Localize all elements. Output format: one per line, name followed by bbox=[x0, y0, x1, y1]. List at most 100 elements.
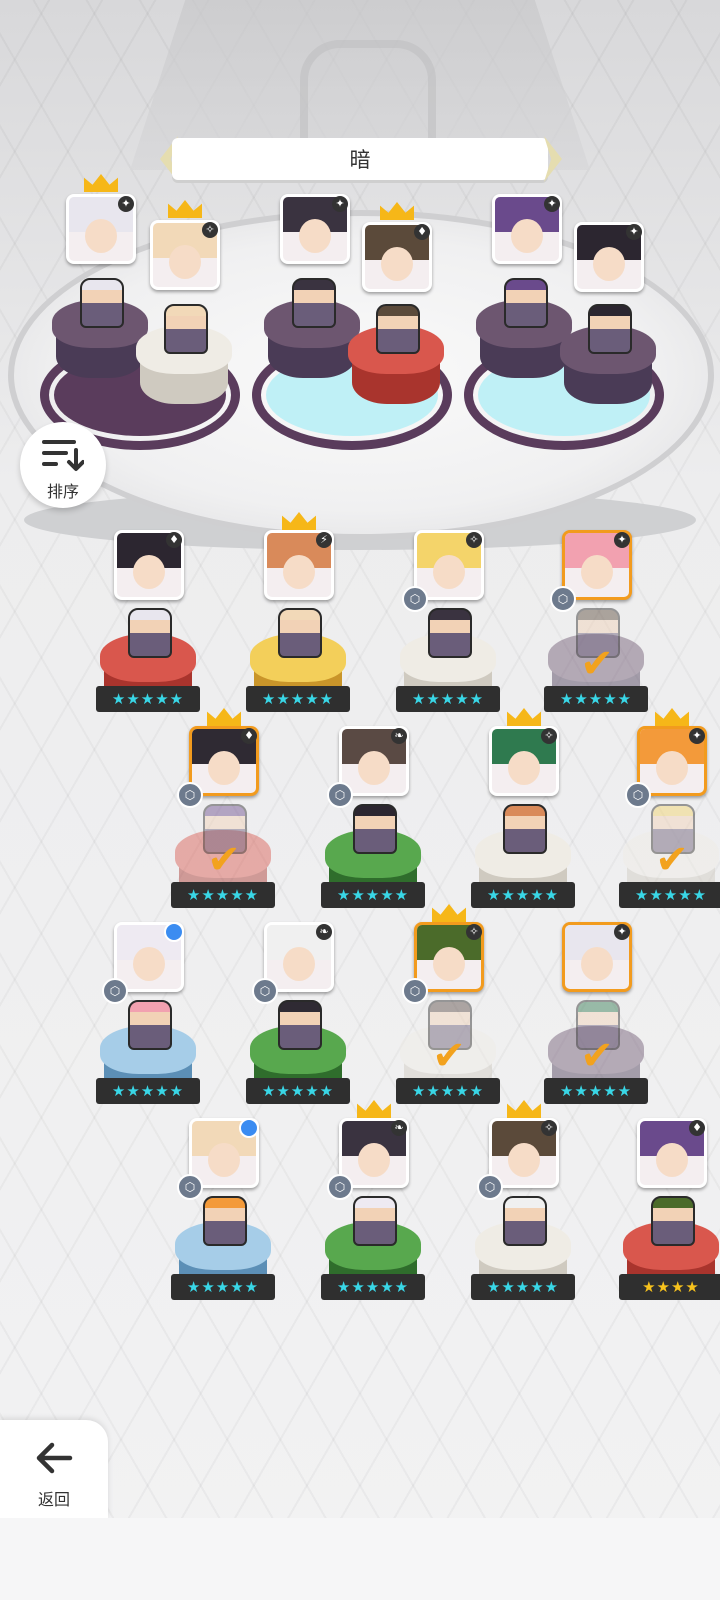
star-rating: ★★★★★ bbox=[544, 686, 648, 712]
hero-chibi bbox=[278, 608, 322, 658]
back-arrow-icon bbox=[36, 1442, 73, 1474]
check-icon: ✔ bbox=[580, 641, 614, 687]
hero-portrait-face bbox=[581, 555, 613, 589]
hero-portrait-face bbox=[133, 947, 165, 981]
hero-portrait-face bbox=[208, 751, 240, 785]
hero-chibi bbox=[428, 608, 472, 658]
gear-cube-icon: ⬡ bbox=[625, 782, 651, 808]
element-title-banner: 暗 bbox=[172, 138, 548, 180]
check-icon: ✔ bbox=[207, 837, 241, 883]
star-rating: ★★★★★ bbox=[471, 1274, 575, 1300]
hero-chibi bbox=[503, 804, 547, 854]
hero-portrait-face bbox=[433, 555, 465, 589]
hero-portrait-face bbox=[358, 751, 390, 785]
dark-element-icon: ✦ bbox=[544, 196, 560, 212]
star-rating: ★★★★★ bbox=[96, 1078, 200, 1104]
formation-portrait-5-face bbox=[511, 219, 543, 253]
star-rating: ★★★★★ bbox=[396, 1078, 500, 1104]
element-icon: ✦ bbox=[689, 728, 705, 744]
star-rating: ★★★★★ bbox=[471, 882, 575, 908]
sort-button[interactable]: 排序 bbox=[20, 422, 106, 508]
sort-icon bbox=[42, 440, 84, 471]
star-rating: ★★★★★ bbox=[321, 1274, 425, 1300]
hero-portrait-face bbox=[358, 1143, 390, 1177]
gear-cube-icon: ⬡ bbox=[177, 1174, 203, 1200]
formation-portrait-2-face bbox=[169, 245, 201, 279]
check-icon: ✔ bbox=[655, 837, 689, 883]
gear-cube-icon: ⬡ bbox=[252, 978, 278, 1004]
gear-cube-icon: ⬡ bbox=[550, 586, 576, 612]
check-icon: ✔ bbox=[580, 1033, 614, 1079]
element-icon: ♦ bbox=[166, 532, 182, 548]
star-rating: ★★★★★ bbox=[321, 882, 425, 908]
element-icon: ✧ bbox=[541, 1120, 557, 1136]
star-rating: ★★★★★ bbox=[619, 882, 720, 908]
hero-portrait-face bbox=[656, 1143, 688, 1177]
star-rating: ★★★★★ bbox=[396, 686, 500, 712]
element-icon: ❧ bbox=[316, 924, 332, 940]
page-title: 暗 bbox=[349, 148, 371, 172]
element-icon: ✦ bbox=[614, 924, 630, 940]
chibi-blonde-sleeping-girl bbox=[164, 304, 208, 354]
hero-portrait-face bbox=[133, 555, 165, 589]
fire-element-icon: ♦ bbox=[414, 224, 430, 240]
hero-chibi bbox=[353, 804, 397, 854]
gear-cube-icon: ⬡ bbox=[402, 978, 428, 1004]
hero-portrait-face bbox=[283, 947, 315, 981]
hero-chibi bbox=[128, 608, 172, 658]
hero-chibi bbox=[128, 1000, 172, 1050]
chibi-masked-dark-girl bbox=[292, 278, 336, 328]
sort-label: 排序 bbox=[46, 482, 79, 501]
gear-cube-icon: ⬡ bbox=[402, 586, 428, 612]
hero-portrait-face bbox=[508, 751, 540, 785]
light-element-icon: ✧ bbox=[202, 222, 218, 238]
element-icon: ✧ bbox=[466, 924, 482, 940]
gear-cube-icon: ⬡ bbox=[477, 1174, 503, 1200]
element-icon: ❧ bbox=[391, 728, 407, 744]
hero-chibi bbox=[353, 1196, 397, 1246]
hero-chibi bbox=[651, 1196, 695, 1246]
chibi-dark-armored-boy bbox=[376, 304, 420, 354]
back-button[interactable]: 返回 bbox=[0, 1420, 108, 1518]
element-icon: ♦ bbox=[241, 728, 257, 744]
chibi-white-hair-girl bbox=[80, 278, 124, 328]
chibi-black-hair-girl bbox=[588, 304, 632, 354]
star-rating: ★★★★★ bbox=[544, 1078, 648, 1104]
hero-portrait-face bbox=[208, 1143, 240, 1177]
element-icon: ❧ bbox=[391, 1120, 407, 1136]
formation-portrait-4-face bbox=[381, 247, 413, 281]
hero-portrait-face bbox=[508, 1143, 540, 1177]
hero-chibi bbox=[503, 1196, 547, 1246]
gear-cube-icon: ⬡ bbox=[327, 782, 353, 808]
dark-element-icon: ✦ bbox=[332, 196, 348, 212]
gear-cube-icon: ⬡ bbox=[327, 1174, 353, 1200]
star-rating: ★★★★★ bbox=[246, 1078, 350, 1104]
hero-portrait-face bbox=[656, 751, 688, 785]
star-rating: ★★★★★ bbox=[246, 686, 350, 712]
element-icon: ✧ bbox=[541, 728, 557, 744]
hero-portrait-face bbox=[283, 555, 315, 589]
star-rating: ★★★★★ bbox=[96, 686, 200, 712]
star-rating: ★★★★★ bbox=[171, 1274, 275, 1300]
formation-portrait-1-face bbox=[85, 219, 117, 253]
notification-dot bbox=[164, 922, 184, 942]
gear-cube-icon: ⬡ bbox=[177, 782, 203, 808]
element-icon: ✧ bbox=[466, 532, 482, 548]
hero-chibi bbox=[203, 1196, 247, 1246]
check-icon: ✔ bbox=[432, 1033, 466, 1079]
formation-portrait-3-face bbox=[299, 219, 331, 253]
hero-portrait-face bbox=[581, 947, 613, 981]
element-icon: ✦ bbox=[614, 532, 630, 548]
hero-chibi bbox=[278, 1000, 322, 1050]
element-icon: ⚡ bbox=[316, 532, 332, 548]
system-nav-bar bbox=[0, 1518, 720, 1600]
dark-element-icon: ✦ bbox=[626, 224, 642, 240]
hero-portrait-face bbox=[433, 947, 465, 981]
notification-dot bbox=[239, 1118, 259, 1138]
back-label: 返回 bbox=[37, 1490, 70, 1509]
gear-cube-icon: ⬡ bbox=[102, 978, 128, 1004]
formation-portrait-6-face bbox=[593, 247, 625, 281]
element-icon: ♦ bbox=[689, 1120, 705, 1136]
chibi-purple-hooded-girl bbox=[504, 278, 548, 328]
dark-element-icon: ✦ bbox=[118, 196, 134, 212]
